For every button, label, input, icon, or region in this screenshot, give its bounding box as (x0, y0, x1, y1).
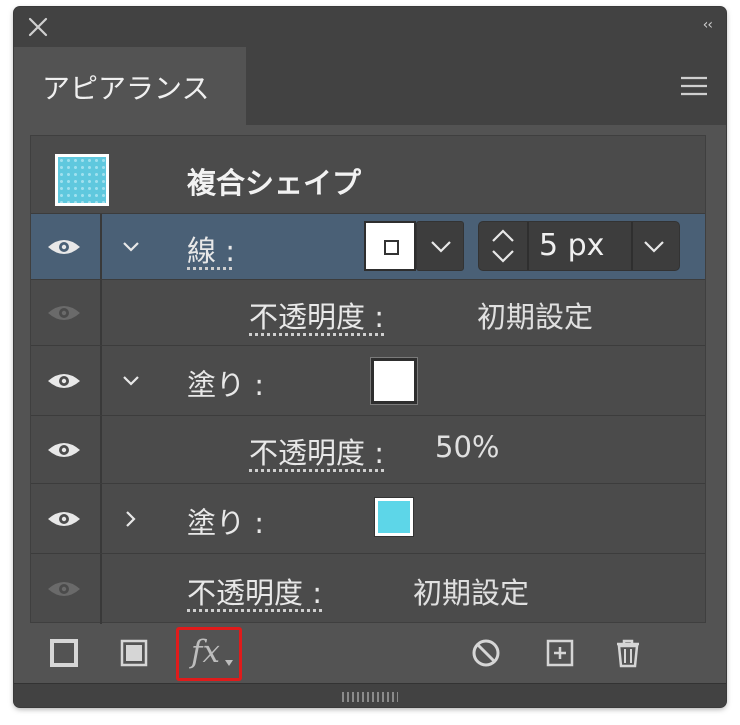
stroke-opacity-row[interactable]: 不透明度 : 初期設定 (31, 280, 705, 346)
fill-row[interactable]: 塗り : (31, 346, 705, 416)
caret-down-icon (225, 660, 233, 666)
appearance-panel: ‹‹ アピアランス 複合シェイプ 線 : 5 px 不透明度: 初期設定 塗り… (14, 7, 726, 707)
add-new-fill-icon[interactable] (118, 637, 150, 669)
chevron-down-icon[interactable] (641, 234, 667, 258)
fill-color-swatch[interactable] (371, 358, 417, 404)
stroke-row[interactable]: 線 : 5 px (31, 214, 705, 280)
tab-appearance[interactable]: アピアランス (14, 47, 246, 125)
tab-label: アピアランス (42, 72, 210, 105)
chevron-right-icon[interactable] (121, 509, 141, 529)
stroke-color-dropdown[interactable] (416, 221, 464, 271)
collapse-panel-button[interactable]: ‹‹ (703, 17, 713, 33)
chevron-down-icon[interactable] (121, 237, 141, 257)
opacity-value: 初期設定 (413, 576, 530, 610)
eye-icon[interactable] (47, 303, 81, 323)
bottom-toolbar: fx (14, 627, 726, 681)
eye-icon[interactable] (47, 440, 81, 460)
stepper-arrows-icon[interactable] (485, 226, 521, 266)
appearance-list: 複合シェイプ 線 : 5 px 不透明度: 初期設定 塗り: 不透明度: … (30, 135, 706, 624)
resize-grip[interactable] (342, 692, 398, 702)
eye-icon[interactable] (47, 237, 81, 257)
object-header-row: 複合シェイプ (31, 136, 705, 214)
object-title: 複合シェイプ (187, 166, 362, 200)
fill-color-swatch[interactable] (375, 498, 413, 536)
fill-label[interactable]: 塗り : (187, 500, 264, 542)
opacity-value: 初期設定 (477, 300, 594, 334)
clear-appearance-icon[interactable] (470, 637, 502, 669)
opacity-value: 50% (435, 430, 500, 464)
fx-icon: fx (191, 634, 220, 670)
chevron-down-icon[interactable] (121, 371, 141, 391)
fill-row[interactable]: 塗り : (31, 484, 705, 554)
eye-icon[interactable] (47, 371, 81, 391)
tab-bar: アピアランス (14, 47, 726, 125)
opacity-label[interactable]: 不透明度 : (187, 570, 322, 612)
object-opacity-row[interactable]: 不透明度 : 初期設定 (31, 554, 705, 624)
fill-opacity-row[interactable]: 不透明度 : 50% (31, 416, 705, 484)
eye-icon[interactable] (47, 579, 81, 599)
opacity-label[interactable]: 不透明度 : (249, 430, 384, 472)
panel-titlebar: ‹‹ (14, 7, 726, 47)
object-thumbnail (55, 154, 109, 206)
close-icon[interactable] (26, 15, 50, 39)
opacity-label[interactable]: 不透明度 : (249, 294, 384, 336)
stroke-weight-value[interactable]: 5 px (539, 228, 604, 263)
stroke-color-swatch[interactable] (364, 221, 416, 271)
panel-menu-icon[interactable] (680, 74, 708, 98)
panel-footer (14, 683, 726, 707)
duplicate-item-icon[interactable] (544, 637, 576, 669)
fill-label[interactable]: 塗り : (187, 362, 264, 404)
add-new-effect-button[interactable]: fx (176, 627, 242, 681)
eye-icon[interactable] (47, 509, 81, 529)
stroke-weight-field[interactable]: 5 px (478, 221, 680, 271)
add-new-stroke-icon[interactable] (48, 637, 80, 669)
trash-icon[interactable] (612, 637, 644, 669)
stroke-label[interactable]: 線 : (187, 228, 235, 270)
chevron-down-icon (431, 241, 451, 253)
